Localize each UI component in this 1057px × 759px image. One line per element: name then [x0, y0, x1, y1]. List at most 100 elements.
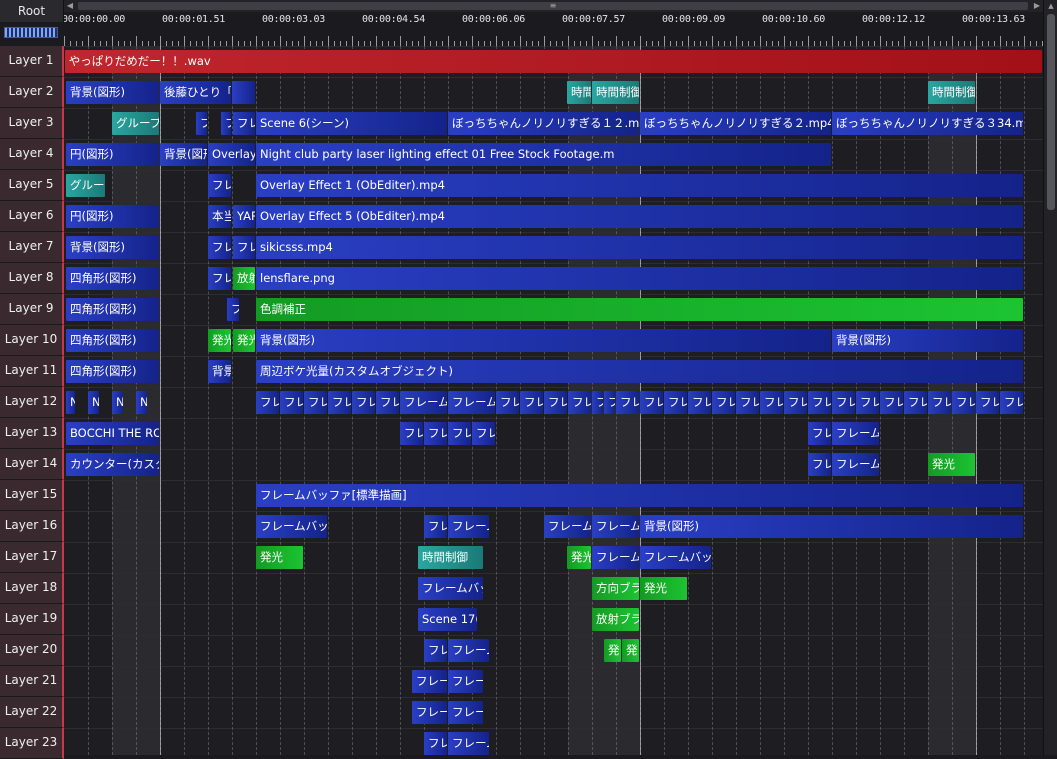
timeline-clip[interactable]: フレ: [280, 391, 303, 414]
layer-header[interactable]: Layer 15: [0, 480, 64, 511]
timeline-clip[interactable]: 背景(図形): [832, 329, 1023, 352]
layer-header[interactable]: Layer 2: [0, 77, 64, 108]
layer-header[interactable]: Layer 5: [0, 170, 64, 201]
timeline-clip[interactable]: Night club party laser lighting effect 0…: [256, 143, 831, 166]
timeline-clip[interactable]: Overlay Effect 5 (ObEditer).mp4: [256, 205, 1023, 228]
timeline-clip[interactable]: フレ: [424, 515, 447, 538]
timeline-clip[interactable]: 四角形(図形): [66, 298, 159, 321]
time-ruler[interactable]: 00:00:00.00 00:00:01.51 00:00:03.03 00:00:0…: [64, 12, 1043, 47]
timeline-clip[interactable]: 本当: [208, 205, 231, 228]
scroll-up-arrow-icon[interactable]: ▲: [1044, 0, 1057, 12]
timeline-clip[interactable]: フレ: [496, 391, 519, 414]
timeline-clip[interactable]: 背景(図形): [66, 236, 159, 259]
timeline-clip[interactable]: フレ: [208, 236, 231, 259]
layer-header[interactable]: Layer 23: [0, 728, 64, 759]
timeline-clip[interactable]: フレ: [328, 391, 351, 414]
timeline-clip[interactable]: 方向ブラ: [592, 577, 639, 600]
timeline-clip[interactable]: 背景(図形): [256, 329, 831, 352]
timeline-clip[interactable]: ぼっちちゃんノリノリすぎる１２.mp4: [448, 112, 639, 135]
layer-header[interactable]: Layer 3: [0, 108, 64, 139]
timeline-clip[interactable]: フレ: [304, 391, 327, 414]
layer-header[interactable]: Layer 7: [0, 232, 64, 263]
timeline-clip[interactable]: フレームバ: [832, 453, 879, 476]
timeline-clip[interactable]: フレ: [712, 391, 735, 414]
timeline-clip[interactable]: フレ: [976, 391, 999, 414]
timeline-clip[interactable]: 時間: [567, 81, 591, 104]
layer-header[interactable]: Layer 18: [0, 573, 64, 604]
timeline-clip[interactable]: フレームバ: [592, 515, 639, 538]
timeline-clip[interactable]: フレームバ: [832, 422, 879, 445]
timeline-clip[interactable]: 発光: [640, 577, 687, 600]
vertical-scroll-thumb[interactable]: [1047, 14, 1055, 210]
timeline-clip[interactable]: フレ: [784, 391, 807, 414]
layer-header[interactable]: Layer 20: [0, 635, 64, 666]
timeline-clip[interactable]: 放射ブラ: [592, 608, 639, 631]
timeline-clip[interactable]: フレ: [760, 391, 783, 414]
timeline-clip[interactable]: 時間制御: [928, 81, 975, 104]
timeline-clip[interactable]: フ: [604, 391, 615, 414]
timeline-clip[interactable]: フレームバ: [448, 732, 489, 755]
zoom-slider[interactable]: [4, 27, 58, 38]
timeline-clip[interactable]: フレ: [424, 639, 447, 662]
layer-header[interactable]: Layer 6: [0, 201, 64, 232]
timeline-clip[interactable]: N: [112, 391, 123, 414]
timeline-clip[interactable]: 発光: [256, 546, 303, 569]
timeline-clip[interactable]: フレ: [424, 732, 447, 755]
timeline-clip[interactable]: フレ: [256, 391, 279, 414]
timeline-clip[interactable]: フレ: [688, 391, 711, 414]
timeline-clip[interactable]: フ: [196, 112, 207, 135]
timeline-clip[interactable]: フレーム: [412, 701, 447, 724]
timeline-area[interactable]: やっぱりだめだー！！.wav背景(図形)後藤ひとり「や時間時間制御時間制御グルー…: [64, 46, 1043, 755]
layer-header[interactable]: Layer 22: [0, 697, 64, 728]
timeline-clip[interactable]: フレームバ: [544, 515, 591, 538]
timeline-clip[interactable]: フレームバ: [448, 515, 489, 538]
layer-header[interactable]: Layer 11: [0, 356, 64, 387]
layer-header[interactable]: Layer 16: [0, 511, 64, 542]
vertical-scrollbar[interactable]: ▲: [1043, 0, 1057, 755]
timeline-clip[interactable]: フレ: [424, 422, 447, 445]
timeline-clip[interactable]: フレームバ: [592, 546, 639, 569]
timeline-clip[interactable]: YAR: [233, 205, 255, 228]
timeline-clip[interactable]: 背景(図形): [640, 515, 1023, 538]
timeline-clip[interactable]: フレームバッファ: [256, 515, 327, 538]
timeline-clip[interactable]: フレームバ: [448, 639, 489, 662]
timeline-clip[interactable]: ぼっちちゃんノリノリすぎる２.mp4: [640, 112, 831, 135]
timeline-clip[interactable]: 周辺ボケ光量(カスタムオブジェクト): [256, 360, 1023, 383]
layer-header[interactable]: Layer 8: [0, 263, 64, 294]
timeline-clip[interactable]: 四角形(図形): [66, 360, 159, 383]
timeline-clip[interactable]: フレ: [233, 112, 255, 135]
timeline-clip[interactable]: 発: [622, 639, 639, 662]
timeline-clip[interactable]: 発光: [233, 329, 255, 352]
timeline-clip[interactable]: フレ: [808, 391, 831, 414]
timeline-clip[interactable]: フレ: [736, 391, 759, 414]
timeline-clip[interactable]: N: [136, 391, 147, 414]
timeline-clip[interactable]: フレ: [808, 422, 831, 445]
timeline-clip[interactable]: 発光: [928, 453, 975, 476]
timeline-clip[interactable]: フレ: [1000, 391, 1023, 414]
timeline-clip[interactable]: フレ: [208, 267, 231, 290]
timeline-clip[interactable]: フレ: [472, 422, 495, 445]
timeline-clip[interactable]: 四角形(図形): [66, 329, 159, 352]
timeline-clip[interactable]: Overlay Effect 1 (ObEditer).mp4: [256, 174, 1023, 197]
timeline-clip[interactable]: フレ: [568, 391, 591, 414]
timeline-clip[interactable]: フレ: [952, 391, 975, 414]
timeline-clip[interactable]: 円(図形): [66, 143, 159, 166]
layer-header[interactable]: Layer 1: [0, 46, 64, 77]
timeline-clip[interactable]: 時間制御: [418, 546, 483, 569]
timeline-clip[interactable]: フレ: [928, 391, 951, 414]
timeline-clip[interactable]: フレームバッフ: [418, 577, 483, 600]
timeline-clip[interactable]: フレームバ: [448, 391, 495, 414]
layer-header[interactable]: Layer 4: [0, 139, 64, 170]
timeline-clip[interactable]: 発光: [208, 329, 231, 352]
timeline-clip[interactable]: フレ: [664, 391, 687, 414]
timeline-clip[interactable]: グループ制: [112, 112, 159, 135]
timeline-clip[interactable]: フレ: [208, 174, 231, 197]
timeline-clip[interactable]: 放射: [233, 267, 255, 290]
scroll-right-arrow-icon[interactable]: ▶: [1031, 0, 1043, 12]
timeline-clip[interactable]: フレ: [808, 453, 831, 476]
layer-header[interactable]: Layer 10: [0, 325, 64, 356]
timeline-clip[interactable]: フレーム: [412, 670, 447, 693]
timeline-clip[interactable]: フレ: [376, 391, 399, 414]
timeline-clip[interactable]: フレ: [904, 391, 927, 414]
timeline-clip[interactable]: フレ: [400, 422, 423, 445]
